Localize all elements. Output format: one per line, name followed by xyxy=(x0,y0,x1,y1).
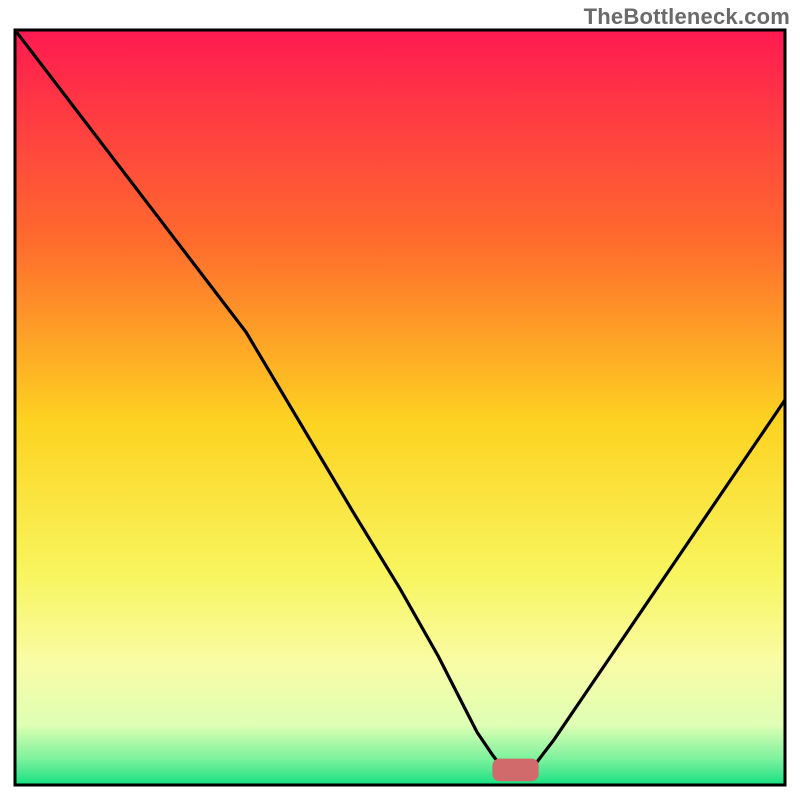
bottleneck-chart: TheBottleneck.com xyxy=(0,0,800,800)
chart-svg xyxy=(0,0,800,800)
optimal-marker xyxy=(492,759,538,782)
watermark-text: TheBottleneck.com xyxy=(584,4,790,30)
gradient-background xyxy=(15,30,785,785)
